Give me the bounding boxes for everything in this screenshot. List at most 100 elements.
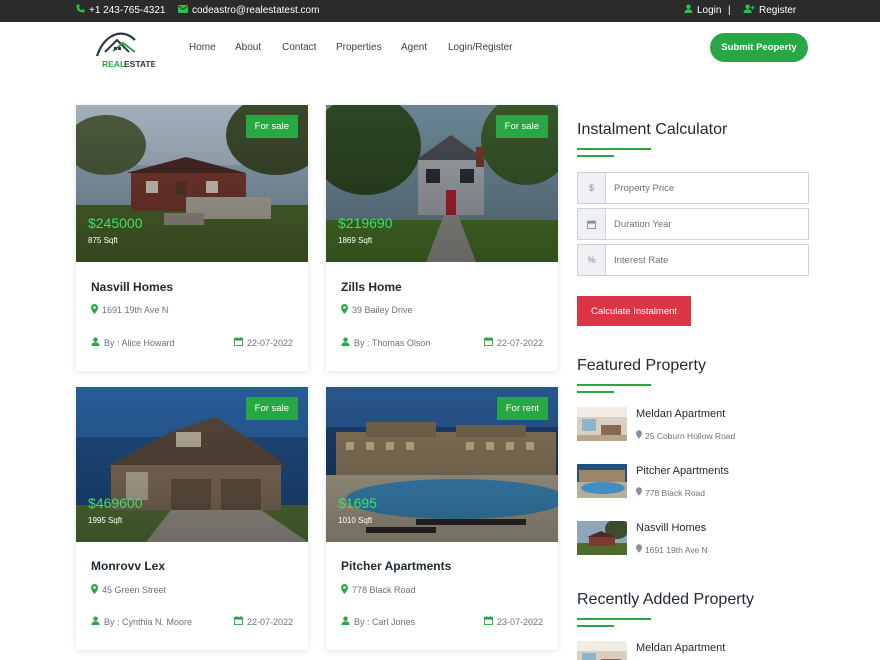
interest-rate-field: % bbox=[577, 244, 809, 276]
featured-thumbnail[interactable] bbox=[577, 521, 627, 555]
heading-underline bbox=[577, 148, 651, 150]
property-price-field: $ bbox=[577, 172, 809, 204]
featured-address: 778 Black Road bbox=[636, 487, 705, 498]
featured-name[interactable]: Pitcher Apartments bbox=[636, 465, 729, 477]
recent-heading: Recently Added Property bbox=[577, 591, 754, 608]
property-address-text: 778 Black Road bbox=[352, 585, 416, 595]
property-card[interactable]: For sale $245000 875 Sqft Nasvill Homes … bbox=[76, 105, 308, 371]
nav-agent[interactable]: Agent bbox=[401, 42, 427, 53]
property-author: By : Carl Jones bbox=[341, 616, 415, 627]
status-badge: For sale bbox=[245, 397, 298, 420]
nav-properties[interactable]: Properties bbox=[336, 42, 382, 53]
house-logo-icon: REAL ESTATE bbox=[95, 32, 157, 69]
featured-item[interactable]: Meldan Apartment 25 Coburn Hollow Road bbox=[577, 407, 809, 447]
property-card[interactable]: For sale $469600 1995 Sqft Monrovv Lex 4… bbox=[76, 387, 308, 650]
nav-login-register[interactable]: Login/Register bbox=[448, 42, 512, 53]
property-author-text: By : Alice Howard bbox=[104, 337, 175, 348]
calendar-icon bbox=[233, 337, 243, 348]
recent-item[interactable]: Meldan Apartment bbox=[577, 641, 809, 660]
status-badge: For sale bbox=[495, 115, 548, 138]
calendar-icon bbox=[233, 616, 243, 627]
property-card[interactable]: For rent $1695 1010 Sqft Pitcher Apartme… bbox=[326, 387, 558, 650]
featured-address-text: 778 Black Road bbox=[645, 487, 706, 498]
property-author: By : Alice Howard bbox=[91, 337, 175, 348]
heading-underline bbox=[577, 391, 614, 393]
property-date: 23-07-2022 bbox=[483, 616, 543, 627]
calendar-icon bbox=[483, 616, 493, 627]
heading-underline bbox=[577, 625, 614, 627]
heading-underline bbox=[577, 384, 651, 386]
top-bar: +1 243-765-4321 codeastro@realestatest.c… bbox=[0, 0, 880, 22]
featured-thumbnail[interactable] bbox=[577, 407, 627, 441]
duration-year-input[interactable] bbox=[606, 209, 808, 239]
heading-underline bbox=[577, 618, 651, 620]
nav-home[interactable]: Home bbox=[189, 42, 216, 53]
recent-thumbnail[interactable] bbox=[577, 641, 627, 660]
property-author: By : Thomas Olson bbox=[341, 337, 430, 348]
user-plus-icon bbox=[743, 4, 755, 18]
property-card[interactable]: For sale $219690 1869 Sqft Zills Home 39… bbox=[326, 105, 558, 371]
main-navbar: REAL ESTATE Home About Contact Propertie… bbox=[0, 22, 880, 80]
logo-text-estate: ESTATE bbox=[124, 59, 155, 69]
topbar-separator: | bbox=[728, 5, 731, 16]
featured-address-text: 1691 19th Ave N bbox=[645, 544, 708, 555]
calendar-icon bbox=[578, 209, 606, 239]
property-author-text: By : Carl Jones bbox=[354, 616, 416, 627]
featured-item[interactable]: Nasvill Homes 1691 19th Ave N bbox=[577, 521, 809, 561]
topbar-phone-text: +1 243-765-4321 bbox=[89, 5, 166, 16]
property-price: $469600 bbox=[88, 495, 143, 511]
featured-thumbnail[interactable] bbox=[577, 464, 627, 498]
property-author-text: By : Cynthia N. Moore bbox=[104, 616, 193, 627]
heading-underline bbox=[577, 155, 614, 157]
submit-property-button[interactable]: Submit Peoperty bbox=[710, 33, 808, 62]
property-date: 22-07-2022 bbox=[233, 616, 293, 627]
map-marker-icon bbox=[91, 584, 98, 596]
property-title[interactable]: Nasvill Homes bbox=[91, 280, 173, 294]
brand-logo[interactable]: REAL ESTATE bbox=[93, 30, 157, 72]
property-price: $245000 bbox=[88, 215, 143, 231]
map-marker-icon bbox=[636, 544, 642, 555]
envelope-icon bbox=[178, 4, 188, 18]
user-icon bbox=[341, 337, 350, 348]
property-photo[interactable]: For sale $219690 1869 Sqft bbox=[326, 105, 558, 262]
featured-item[interactable]: Pitcher Apartments 778 Black Road bbox=[577, 464, 809, 504]
user-icon bbox=[91, 616, 100, 627]
property-address: 45 Green Street bbox=[91, 584, 166, 596]
property-photo[interactable]: For sale $469600 1995 Sqft bbox=[76, 387, 308, 542]
property-address: 1691 19th Ave N bbox=[91, 304, 168, 316]
property-area: 1010 Sqft bbox=[338, 516, 373, 525]
featured-address-text: 25 Coburn Hollow Road bbox=[645, 430, 736, 441]
property-title[interactable]: Monrovv Lex bbox=[91, 559, 165, 573]
map-marker-icon bbox=[636, 487, 642, 498]
topbar-register-link[interactable]: Register bbox=[743, 0, 796, 22]
featured-name[interactable]: Meldan Apartment bbox=[636, 408, 725, 420]
property-title[interactable]: Zills Home bbox=[341, 280, 402, 294]
property-author: By : Cynthia N. Moore bbox=[91, 616, 192, 627]
featured-address: 25 Coburn Hollow Road bbox=[636, 430, 735, 441]
property-area: 1995 Sqft bbox=[88, 516, 123, 525]
topbar-login-link[interactable]: Login bbox=[684, 0, 721, 22]
calculate-instalment-button[interactable]: Calculate Instalment bbox=[577, 296, 691, 326]
user-icon bbox=[684, 4, 693, 18]
nav-contact[interactable]: Contact bbox=[282, 42, 316, 53]
property-title[interactable]: Pitcher Apartments bbox=[341, 559, 451, 573]
user-icon bbox=[91, 337, 100, 348]
map-marker-icon bbox=[341, 584, 348, 596]
map-marker-icon bbox=[636, 430, 642, 441]
calculator-heading: Instalment Calculator bbox=[577, 121, 728, 138]
percent-icon: % bbox=[578, 245, 606, 275]
property-date-text: 23-07-2022 bbox=[496, 616, 543, 627]
topbar-email[interactable]: codeastro@realestatest.com bbox=[178, 0, 319, 22]
map-marker-icon bbox=[341, 304, 348, 316]
property-address: 778 Black Road bbox=[341, 584, 416, 596]
recent-name[interactable]: Meldan Apartment bbox=[636, 642, 725, 654]
nav-about[interactable]: About bbox=[235, 42, 261, 53]
property-photo[interactable]: For sale $245000 875 Sqft bbox=[76, 105, 308, 262]
status-badge: For sale bbox=[245, 115, 298, 138]
property-photo[interactable]: For rent $1695 1010 Sqft bbox=[326, 387, 558, 542]
property-address-text: 1691 19th Ave N bbox=[102, 305, 169, 315]
property-price-input[interactable] bbox=[606, 173, 808, 203]
interest-rate-input[interactable] bbox=[606, 245, 808, 275]
featured-name[interactable]: Nasvill Homes bbox=[636, 522, 706, 534]
topbar-phone[interactable]: +1 243-765-4321 bbox=[76, 0, 165, 22]
